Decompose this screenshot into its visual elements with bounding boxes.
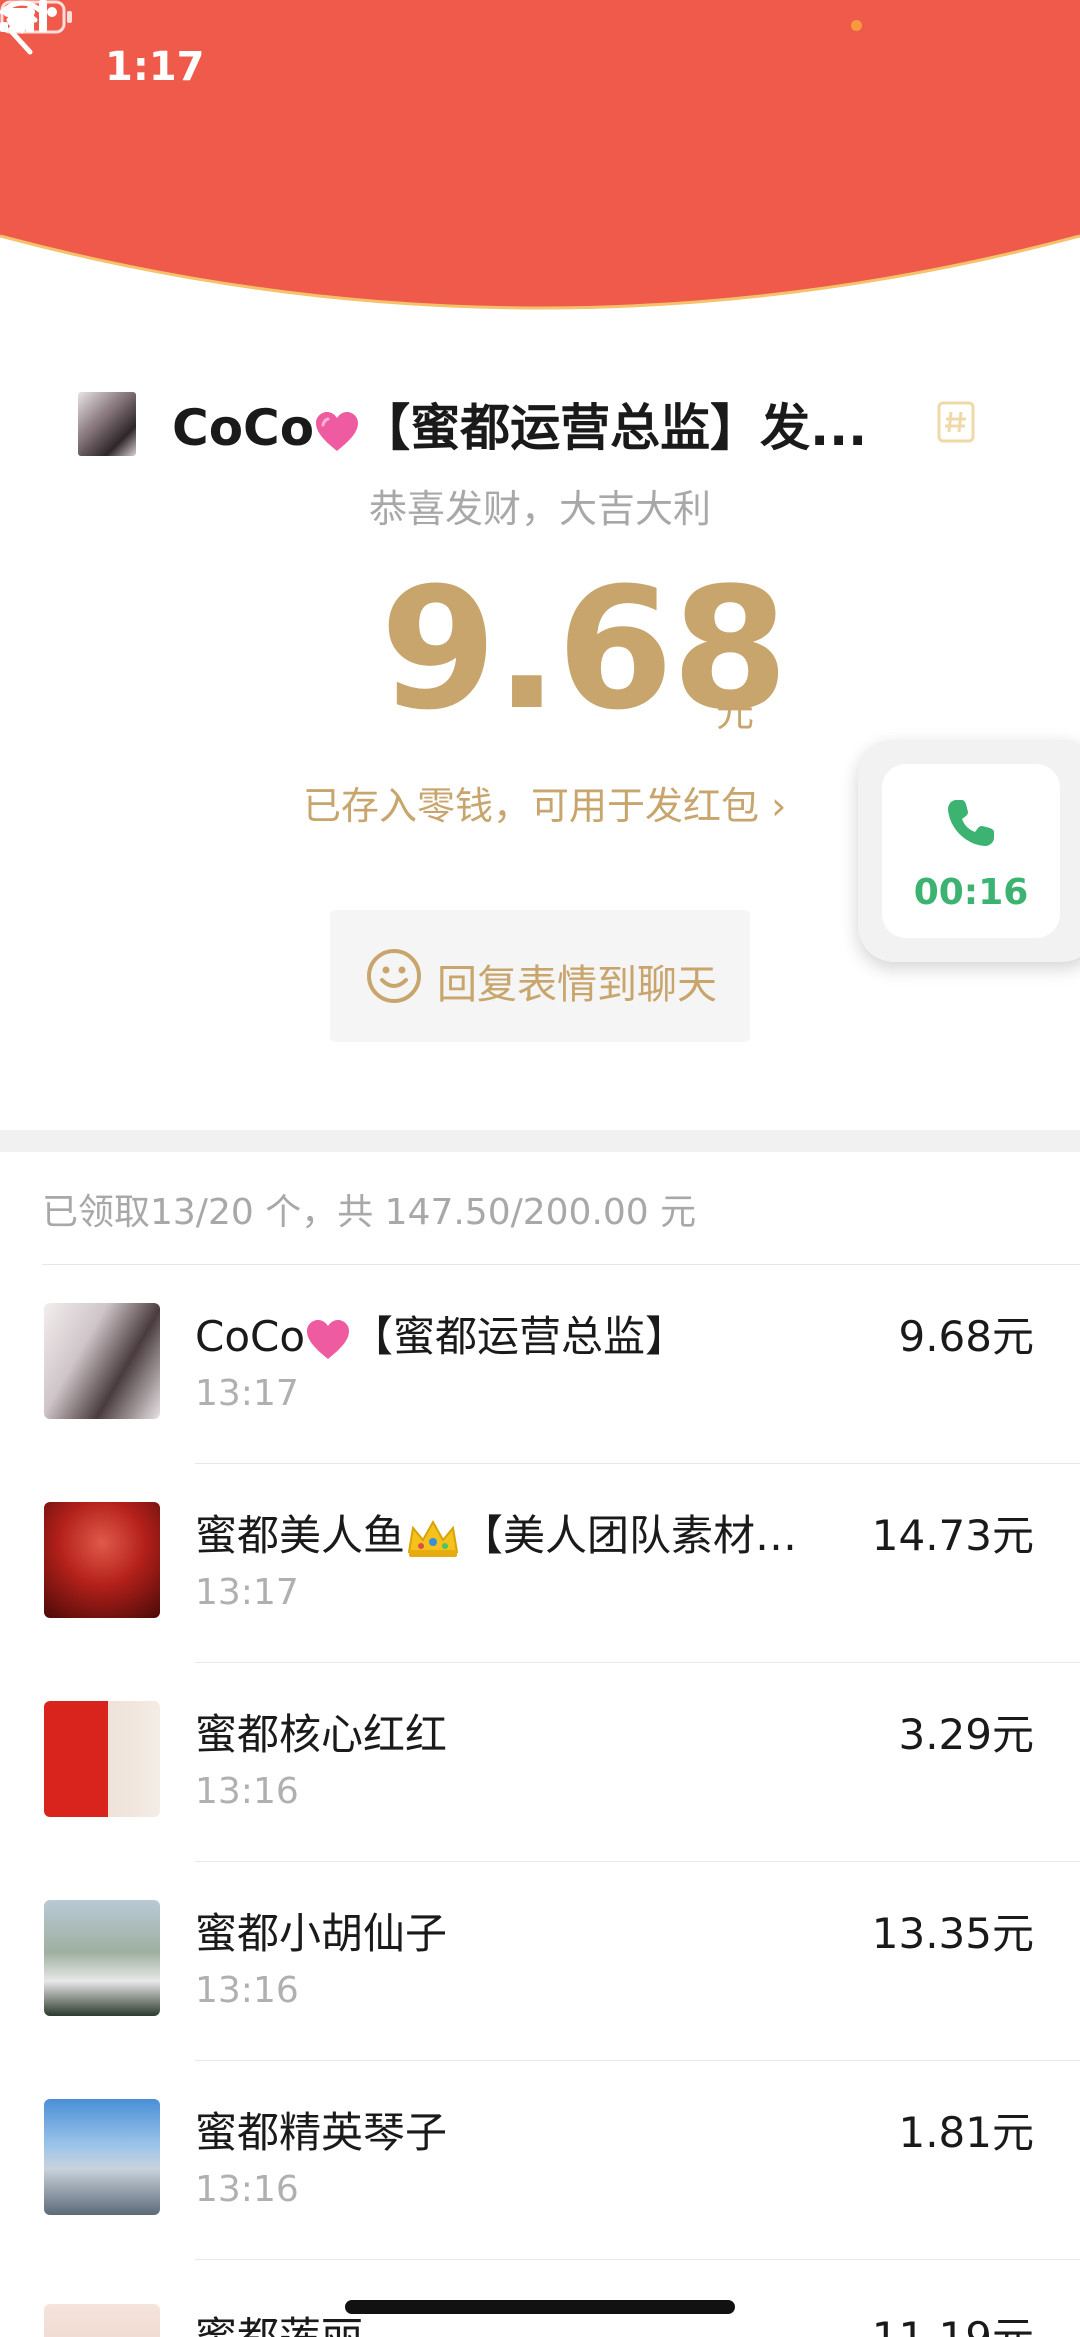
crown-emoji-icon (407, 1519, 459, 1557)
recipient-name-text: 蜜都美人鱼 (195, 1511, 406, 1560)
claim-summary: 已领取13/20 个，共 147.50/200.00 元 (42, 1192, 697, 1233)
recipient-amount: 13.35元 (871, 1909, 1034, 1958)
smile-icon (367, 949, 421, 1003)
recipient-title: 【蜜都运营总监】 (351, 1312, 688, 1361)
recipient-name: 蜜都精英琴子 (195, 2108, 448, 2157)
avatar (44, 1701, 160, 1817)
heart-emoji-icon (316, 411, 359, 451)
red-envelope-header: 1:17 (0, 0, 1080, 340)
tag-icon[interactable] (936, 400, 976, 444)
chevron-right-icon: › (771, 784, 787, 828)
call-card: 00:16 (882, 764, 1060, 938)
recipient-amount: 14.73元 (871, 1511, 1034, 1560)
recipient-time: 13:17 (195, 1373, 299, 1414)
avatar (44, 1303, 160, 1419)
recipient-time: 13:16 (195, 1771, 299, 1812)
sender-name-text: CoCo (172, 399, 315, 457)
phone-icon (948, 800, 994, 846)
recipient-name: CoCo 【蜜都运营总监】 (195, 1303, 687, 1364)
recipient-name: 蜜都莲丽 (195, 2304, 363, 2337)
recipient-name: 蜜都小胡仙子 (195, 1909, 448, 1958)
list-item[interactable]: 蜜都核心红红 13:16 3.29元 (0, 1663, 1080, 1862)
sender-title: 【蜜都运营总监】发... (360, 399, 868, 457)
sender-row: CoCo 【蜜都运营总监】发... (0, 380, 1080, 470)
list-item[interactable]: 蜜都小胡仙子 13:16 13.35元 (0, 1862, 1080, 2061)
saved-to-wallet-link[interactable]: 已存入零钱，可用于发红包 › (303, 775, 786, 830)
call-floating-window[interactable]: 00:16 (858, 740, 1080, 962)
amount-unit: 元 (716, 691, 755, 735)
list-item[interactable]: CoCo 【蜜都运营总监】 13:17 9.68元 (0, 1265, 1080, 1464)
list-item[interactable]: 蜜都莲丽 11.19元 (0, 2260, 1080, 2337)
recipient-time: 13:17 (195, 1572, 299, 1613)
call-duration: 00:16 (913, 872, 1029, 913)
list-item[interactable]: 蜜都精英琴子 13:16 1.81元 (0, 2061, 1080, 2260)
sender-name: CoCo 【蜜都运营总监】发... (172, 388, 867, 460)
recipient-name-text: CoCo (195, 1312, 306, 1361)
recipient-name: 蜜都核心红红 (195, 1710, 448, 1759)
recipient-title: 【美人团队素材… (461, 1511, 798, 1560)
sender-avatar[interactable] (78, 392, 136, 456)
avatar (44, 2099, 160, 2215)
reply-label: 回复表情到聊天 (437, 962, 717, 1008)
reply-emoji-button[interactable]: 回复表情到聊天 (330, 910, 750, 1042)
privacy-indicator (851, 20, 862, 31)
blessing-text: 恭喜发财，大吉大利 (368, 487, 711, 531)
heart-emoji-icon (307, 1319, 350, 1359)
avatar (44, 1502, 160, 1618)
recipient-amount: 9.68元 (898, 1312, 1034, 1361)
recipient-time: 13:16 (195, 1970, 299, 2011)
avatar (44, 1900, 160, 2016)
recipient-name: 蜜都美人鱼 【美人团队素材… (195, 1502, 797, 1563)
more-icon[interactable] (0, 0, 60, 24)
section-divider (0, 1130, 1080, 1152)
recipient-time: 13:16 (195, 2169, 299, 2210)
recipient-amount: 11.19元 (872, 2304, 1034, 2337)
recipient-amount: 3.29元 (898, 1710, 1034, 1759)
recipient-amount: 1.81元 (898, 2108, 1034, 2157)
status-time: 1:17 (105, 44, 205, 90)
list-item[interactable]: 蜜都美人鱼 【美人团队素材… 13:17 14.73元 (0, 1464, 1080, 1663)
avatar (44, 2304, 160, 2337)
saved-text: 已存入零钱，可用于发红包 (303, 784, 760, 828)
home-indicator[interactable] (345, 2300, 735, 2314)
